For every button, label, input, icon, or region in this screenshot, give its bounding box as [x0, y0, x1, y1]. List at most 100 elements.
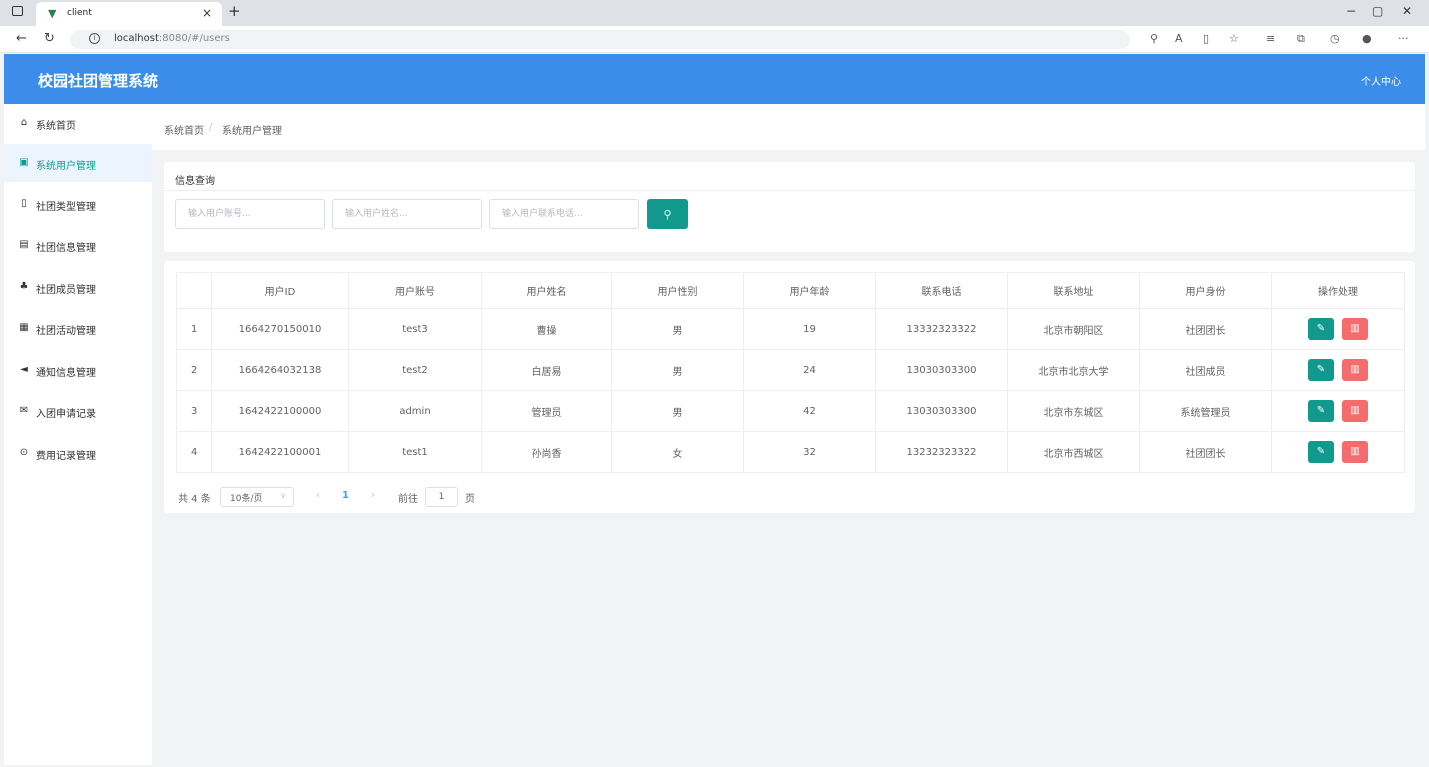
sidebar-item-club-info[interactable]: ▤ 社团信息管理 [4, 226, 152, 264]
add-favorite-icon[interactable]: ☆ [1229, 32, 1239, 45]
search-panel-title: 信息查询 [175, 176, 215, 187]
goto-label: 前往 [398, 494, 418, 505]
collections-icon[interactable]: ⧉ [1297, 32, 1305, 46]
sidebar-item-label: 入团申请记录 [36, 409, 96, 420]
sidebar-item-notices[interactable]: ◄ 通知信息管理 [4, 351, 152, 389]
page-number-current[interactable]: 1 [342, 490, 349, 501]
delete-button[interactable]: ▥ [1342, 400, 1368, 422]
page-size-select[interactable]: 10条/页 ∨ [220, 487, 294, 507]
read-aloud-icon[interactable]: A [1175, 32, 1183, 45]
refresh-icon[interactable]: ↻ [44, 31, 55, 46]
search-icon: ⚲ [663, 208, 672, 221]
edit-button[interactable]: ✎ [1308, 441, 1334, 463]
prev-page-icon[interactable]: ‹ [316, 490, 320, 501]
cell-age: 24 [743, 349, 876, 391]
history-icon[interactable]: ◷ [1330, 32, 1340, 45]
cell-age: 19 [743, 308, 876, 350]
cell-gender: 女 [611, 431, 744, 473]
user-center-link[interactable]: 个人中心 [1361, 73, 1401, 88]
back-icon[interactable]: ← [16, 31, 27, 46]
edit-icon: ✎ [1316, 323, 1326, 334]
new-tab-icon[interactable]: + [228, 2, 241, 20]
delete-button[interactable]: ▥ [1342, 441, 1368, 463]
table-header-row: 用户ID 用户账号 用户姓名 用户性别 用户年龄 联系电话 联系地址 用户身份 … [176, 272, 1405, 309]
breadcrumb-separator: / [209, 122, 213, 133]
sidebar-item-home[interactable]: ⌂ 系统首页 [4, 104, 152, 142]
key-icon[interactable]: ⚲ [1150, 32, 1158, 45]
tablet-icon: ▯ [21, 198, 27, 209]
page-unit-label: 页 [465, 494, 475, 505]
members-icon: ♣ [19, 281, 29, 292]
cell-account: test1 [348, 431, 482, 473]
app-brand: 校园社团管理系统 [38, 72, 159, 90]
cell-actions: ✎ ▥ [1271, 390, 1405, 432]
url-field[interactable]: i localhost:8080/#/users [70, 30, 1130, 49]
cell-role: 社团成员 [1139, 349, 1272, 391]
delete-button[interactable]: ▥ [1342, 318, 1368, 340]
trash-icon: ▥ [1350, 446, 1360, 457]
cell-index: 1 [176, 308, 212, 350]
cell-index: 3 [176, 390, 212, 432]
browser-tab[interactable]: ▼ client × [36, 2, 222, 26]
megaphone-icon: ◄ [20, 364, 28, 375]
sidebar-item-club-activities[interactable]: ▦ 社团活动管理 [4, 309, 152, 347]
phone-search-input[interactable] [489, 199, 639, 229]
restore-icon[interactable]: ▢ [1372, 4, 1383, 18]
sidebar-item-applications[interactable]: ✉ 入团申请记录 [4, 392, 152, 430]
sidebar-item-fees[interactable]: ⊙ 费用记录管理 [4, 434, 152, 472]
edit-button[interactable]: ✎ [1308, 359, 1334, 381]
edit-icon: ✎ [1316, 446, 1326, 457]
vue-icon: ▼ [48, 7, 57, 20]
sidebar-item-label: 社团类型管理 [36, 202, 96, 213]
name-search-input[interactable] [332, 199, 482, 229]
minimize-icon[interactable]: − [1346, 4, 1356, 18]
more-icon[interactable]: ··· [1398, 32, 1409, 45]
cell-name: 曹操 [481, 308, 612, 350]
cell-age: 42 [743, 390, 876, 432]
col-address: 联系地址 [1007, 272, 1140, 309]
close-window-icon[interactable]: ✕ [1402, 4, 1412, 18]
cell-index: 2 [176, 349, 212, 391]
next-page-icon[interactable]: › [371, 490, 375, 501]
user-icon: ▣ [19, 157, 29, 168]
cell-role: 社团团长 [1139, 308, 1272, 350]
col-gender: 用户性别 [611, 272, 744, 309]
tab-actions-icon[interactable] [12, 6, 23, 16]
cell-role: 社团团长 [1139, 431, 1272, 473]
account-search-input[interactable] [175, 199, 325, 229]
sidebar-item-club-types[interactable]: ▯ 社团类型管理 [4, 185, 152, 223]
delete-button[interactable]: ▥ [1342, 359, 1368, 381]
cell-address: 北京市东城区 [1007, 390, 1140, 432]
col-account: 用户账号 [348, 272, 482, 309]
favorites-icon[interactable]: ≡ [1266, 32, 1275, 45]
col-name: 用户姓名 [481, 272, 612, 309]
profile-icon[interactable]: ● [1362, 32, 1372, 45]
cell-gender: 男 [611, 349, 744, 391]
cell-gender: 男 [611, 390, 744, 432]
tab-title: client [67, 8, 92, 18]
edit-button[interactable]: ✎ [1308, 318, 1334, 340]
sidebar-item-label: 通知信息管理 [36, 368, 96, 379]
sidebar-item-users[interactable]: ▣ 系统用户管理 [4, 144, 152, 182]
breadcrumb-home[interactable]: 系统首页 [164, 122, 204, 137]
cell-actions: ✎ ▥ [1271, 308, 1405, 350]
trash-icon: ▥ [1350, 364, 1360, 375]
goto-page-input[interactable] [425, 487, 458, 507]
page-size-value: 10条/页 [230, 494, 263, 504]
sidebar-item-label: 社团信息管理 [36, 243, 96, 254]
tab-close-icon[interactable]: × [202, 6, 212, 20]
cell-phone: 13030303300 [875, 349, 1008, 391]
cell-name: 白居易 [481, 349, 612, 391]
pagination-total: 共 4 条 [178, 494, 211, 505]
search-panel: 信息查询 ⚲ [164, 162, 1415, 252]
info-icon[interactable]: i [89, 33, 100, 44]
sidebar-item-label: 系统首页 [36, 121, 76, 132]
url-text: localhost:8080/#/users [114, 33, 230, 44]
col-index [176, 272, 212, 309]
sidebar-item-club-members[interactable]: ♣ 社团成员管理 [4, 268, 152, 306]
edit-button[interactable]: ✎ [1308, 400, 1334, 422]
search-button[interactable]: ⚲ [647, 199, 688, 229]
cell-user-id: 1642422100000 [211, 390, 349, 432]
reader-view-icon[interactable]: ▯ [1203, 32, 1209, 45]
cell-account: admin [348, 390, 482, 432]
